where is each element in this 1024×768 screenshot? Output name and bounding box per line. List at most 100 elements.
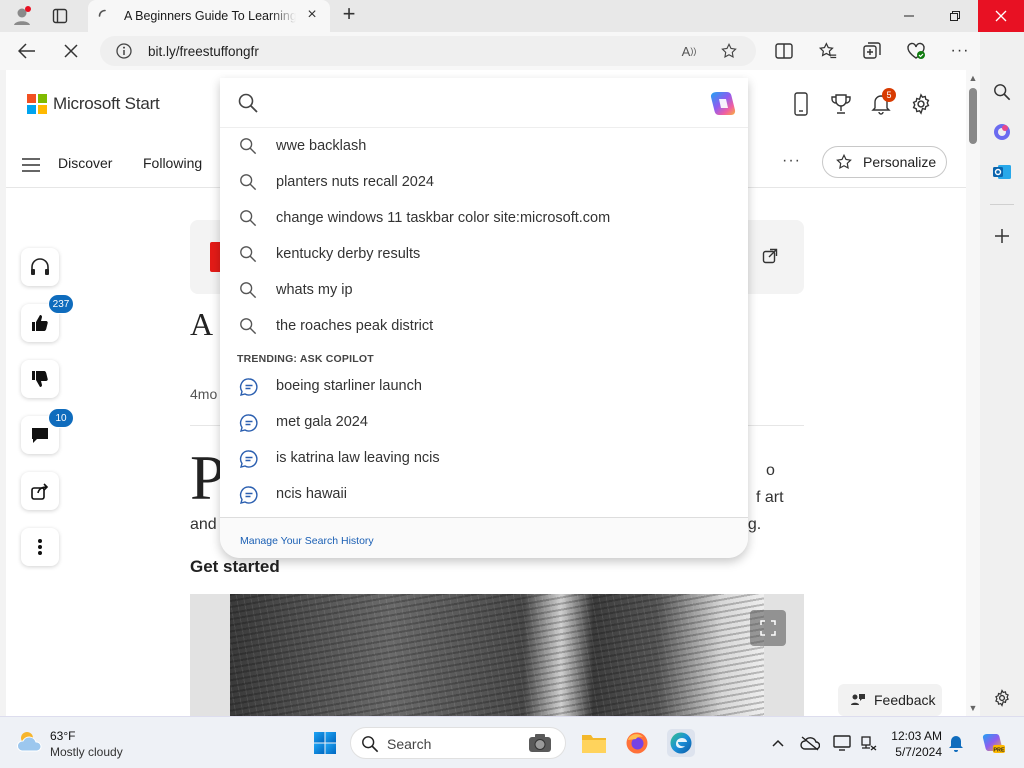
clock-time[interactable]: 12:03 AM	[890, 729, 942, 743]
sidebar-add-icon[interactable]	[990, 224, 1014, 248]
settings-more-icon[interactable]: ···	[947, 39, 973, 63]
personalize-label: Personalize	[863, 154, 937, 170]
nav-discover[interactable]: Discover	[58, 155, 112, 171]
tab-actions-icon[interactable]	[48, 4, 72, 28]
search-icon	[239, 245, 257, 263]
trending-text: ncis hawaii	[276, 486, 347, 502]
personalize-button[interactable]: Personalize	[822, 146, 947, 178]
expand-image-icon[interactable]	[750, 610, 786, 646]
read-aloud-icon[interactable]: A))	[680, 42, 698, 60]
tray-overflow-chevron-icon[interactable]	[768, 733, 788, 753]
page-scrollbar[interactable]: ▲ ▼	[966, 70, 980, 716]
windows-start-icon[interactable]	[311, 729, 339, 757]
dislike-button[interactable]	[21, 360, 59, 398]
search-icon	[239, 281, 257, 299]
suggestion-text: planters nuts recall 2024	[276, 174, 434, 190]
search-input[interactable]	[220, 78, 748, 128]
trending-item[interactable]: met gala 2024	[220, 405, 748, 439]
open-external-icon[interactable]	[762, 248, 778, 264]
taskbar-search-box[interactable]: Search	[350, 727, 566, 759]
trending-item[interactable]: ncis hawaii	[220, 477, 748, 511]
taskbar-search-label: Search	[387, 736, 432, 752]
tab-active[interactable]: A Beginners Guide To Learning P ×	[88, 0, 330, 32]
comments-count-badge: 10	[48, 408, 74, 428]
browser-essentials-icon[interactable]	[903, 39, 929, 63]
copilot-preview-icon[interactable]: PRE	[980, 733, 1006, 754]
chat-bubble-icon	[239, 413, 259, 433]
suggestion-item[interactable]: planters nuts recall 2024	[220, 165, 748, 199]
weather-cloud-icon[interactable]	[16, 729, 44, 753]
address-bar[interactable]: bit.ly/freestuffongfr A))	[100, 36, 756, 66]
likes-count-badge: 237	[48, 294, 74, 314]
sidebar-outlook-icon[interactable]	[990, 160, 1014, 184]
sidebar-copilot-icon[interactable]	[990, 120, 1014, 144]
collections-icon[interactable]	[859, 39, 885, 63]
clock-date[interactable]: 5/7/2024	[890, 745, 942, 759]
body-text-fragment: f art	[756, 489, 784, 506]
new-tab-icon[interactable]: +	[338, 3, 360, 26]
restore-button[interactable]	[932, 0, 978, 32]
split-screen-icon[interactable]	[771, 39, 797, 63]
profile-icon[interactable]	[10, 4, 34, 28]
minimize-button[interactable]	[886, 0, 932, 32]
favorite-star-icon[interactable]	[720, 42, 738, 60]
tab-title: A Beginners Guide To Learning P	[124, 9, 296, 23]
suggestion-item[interactable]: kentucky derby results	[220, 237, 748, 271]
microsoft-logo-icon	[27, 94, 47, 114]
feedback-label: Feedback	[874, 692, 936, 708]
chat-bubble-icon	[239, 485, 259, 505]
trending-item[interactable]: is katrina law leaving ncis	[220, 441, 748, 475]
url-text: bit.ly/freestuffongfr	[148, 44, 259, 59]
file-explorer-icon[interactable]	[580, 729, 608, 757]
stop-loading-icon[interactable]	[58, 39, 84, 63]
trending-item[interactable]: boeing starliner launch	[220, 369, 748, 403]
suggestion-item[interactable]: whats my ip	[220, 273, 748, 307]
article-headline: A	[190, 306, 214, 342]
scrollbar-thumb[interactable]	[969, 88, 977, 144]
back-icon[interactable]	[14, 39, 40, 63]
suggestion-item[interactable]: wwe backlash	[220, 129, 748, 163]
share-button[interactable]	[21, 472, 59, 510]
more-options-button[interactable]	[21, 528, 59, 566]
feedback-button[interactable]: Feedback	[838, 684, 942, 716]
settings-gear-icon[interactable]	[909, 92, 933, 116]
notification-bell-icon[interactable]	[946, 733, 966, 753]
suggestion-item[interactable]: the roaches peak district	[220, 309, 748, 343]
listen-button[interactable]	[21, 248, 59, 286]
copilot-search-icon[interactable]	[708, 89, 738, 119]
firefox-icon[interactable]	[623, 729, 651, 757]
svg-text:PRE: PRE	[993, 748, 1005, 754]
headphones-icon	[31, 258, 49, 275]
display-icon[interactable]	[832, 733, 852, 753]
search-icon	[239, 137, 257, 155]
nav-more-icon[interactable]: ···	[782, 152, 801, 170]
tab-close-icon[interactable]: ×	[304, 7, 320, 24]
body-text-fragment: and	[190, 516, 217, 533]
menu-hamburger-icon[interactable]	[22, 158, 40, 172]
trending-text: met gala 2024	[276, 414, 368, 430]
search-highlight-camera-icon	[527, 732, 553, 754]
cloud-sync-icon[interactable]	[800, 733, 820, 753]
close-window-button[interactable]	[978, 0, 1024, 32]
rewards-trophy-icon[interactable]	[829, 92, 853, 116]
microsoft-start-logo[interactable]: Microsoft Start	[27, 94, 160, 114]
favorites-icon[interactable]	[815, 39, 841, 63]
scroll-down-arrow-icon[interactable]: ▼	[968, 703, 978, 713]
thumbs-up-icon	[32, 315, 48, 331]
edge-sidebar	[980, 32, 1024, 716]
scroll-up-arrow-icon[interactable]: ▲	[968, 73, 978, 83]
sidebar-search-icon[interactable]	[990, 80, 1014, 104]
network-icon[interactable]	[858, 733, 878, 753]
feedback-icon	[851, 694, 865, 705]
loading-spinner-icon	[98, 9, 112, 23]
edge-browser-icon[interactable]	[667, 729, 695, 757]
search-icon	[239, 317, 257, 335]
suggestion-item[interactable]: change windows 11 taskbar color site:mic…	[220, 201, 748, 235]
sidebar-settings-icon[interactable]	[990, 686, 1014, 710]
nav-following[interactable]: Following	[143, 155, 202, 171]
elephant-photo	[230, 594, 764, 716]
trending-text: is katrina law leaving ncis	[276, 450, 440, 466]
mobile-app-icon[interactable]	[789, 92, 813, 116]
manage-search-history-link[interactable]: Manage Your Search History	[240, 535, 374, 547]
site-info-icon[interactable]	[116, 43, 132, 59]
